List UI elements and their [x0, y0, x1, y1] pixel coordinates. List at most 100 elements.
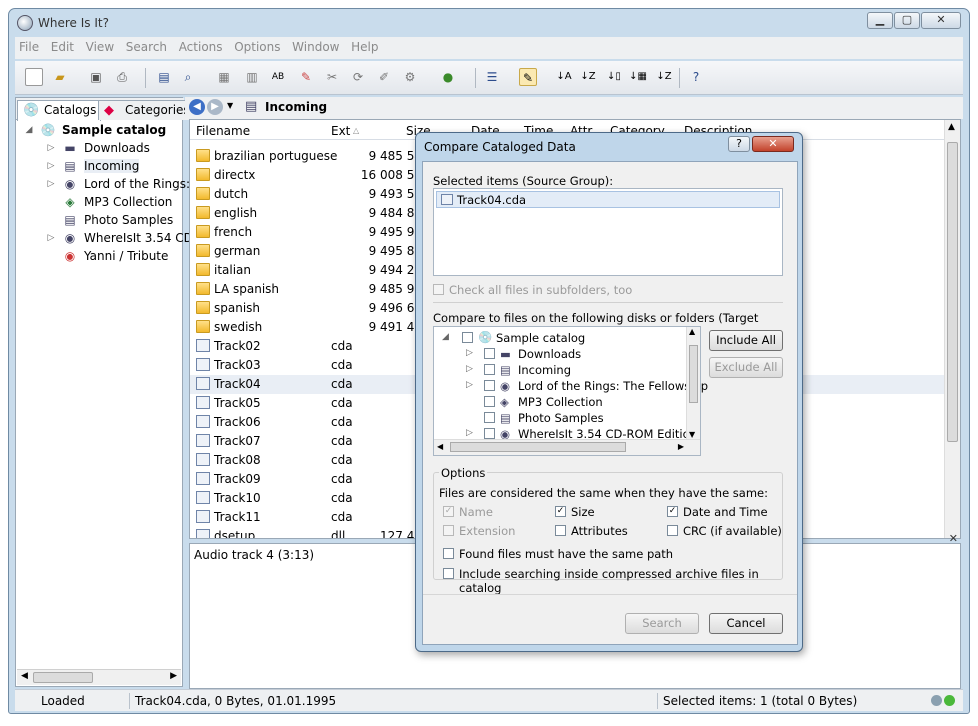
dialog-help-button[interactable]: ?: [728, 136, 750, 152]
thumbnails-icon[interactable]: ✎: [519, 68, 537, 86]
tab-categories[interactable]: ◆ Categories: [98, 100, 195, 120]
source-list[interactable]: Track04.cda: [433, 188, 783, 276]
maximize-button[interactable]: ▢: [894, 12, 920, 29]
file-list-vscroll[interactable]: ▲: [944, 120, 960, 538]
expand-arrow-icon[interactable]: ▷: [46, 161, 56, 171]
properties-icon[interactable]: ▦: [215, 68, 233, 86]
exclude-all-button[interactable]: Exclude All: [709, 357, 783, 378]
scroll-right-icon[interactable]: ▶: [678, 442, 684, 451]
wizard-icon[interactable]: ⚙: [401, 68, 419, 86]
tree-item-lotr[interactable]: ▷ ◉ Lord of the Rings:: [16, 176, 191, 194]
menu-options[interactable]: Options: [230, 37, 284, 57]
expand-arrow-icon[interactable]: ▷: [46, 179, 56, 189]
forward-icon[interactable]: ▶: [207, 99, 223, 115]
include-all-button[interactable]: Include All: [709, 330, 783, 351]
expand-arrow-icon[interactable]: ▷: [466, 380, 473, 390]
scroll-thumb[interactable]: [33, 672, 93, 683]
expand-arrow-icon[interactable]: ▷: [466, 428, 473, 438]
minimize-button[interactable]: ▁: [867, 12, 893, 29]
attributes-checkbox[interactable]: [555, 525, 566, 536]
sort-reverse-icon[interactable]: ↓Z: [655, 68, 673, 86]
sort-date-icon[interactable]: ↓▦: [629, 68, 647, 86]
target-hscroll[interactable]: ◀ ▶: [434, 439, 700, 455]
target-checkbox[interactable]: [484, 380, 495, 391]
tree-hscroll[interactable]: ◀ ▶: [17, 669, 181, 685]
sort-size-icon[interactable]: ↓▯: [605, 68, 623, 86]
print-icon[interactable]: ⎙: [113, 68, 131, 86]
rename-icon[interactable]: ▥: [243, 68, 261, 86]
tree-item-yanni[interactable]: ◉ Yanni / Tribute: [16, 248, 182, 266]
tree-item-whereisit[interactable]: ▷ ◉ WhereIsIt 3.54 CD-: [16, 230, 198, 248]
same-path-checkbox[interactable]: [443, 548, 454, 559]
target-checkbox[interactable]: [484, 396, 495, 407]
collapse-arrow-icon[interactable]: ◢: [24, 125, 34, 135]
target-checkbox[interactable]: [484, 348, 495, 359]
scroll-right-icon[interactable]: ▶: [170, 671, 177, 681]
expand-arrow-icon[interactable]: ▷: [46, 233, 56, 243]
crc-checkbox[interactable]: [667, 525, 678, 536]
sort-ext-icon[interactable]: ↓Z: [579, 68, 597, 86]
scroll-thumb[interactable]: [450, 442, 626, 452]
scroll-up-icon[interactable]: ▲: [689, 327, 695, 336]
scroll-left-icon[interactable]: ◀: [21, 671, 28, 681]
new-icon[interactable]: [25, 68, 43, 86]
tree-root[interactable]: ◢ 💿 Sample catalog: [16, 122, 182, 140]
collapse-arrow-icon[interactable]: ◢: [442, 332, 449, 342]
compressed-checkbox[interactable]: [443, 568, 454, 579]
tab-catalogs[interactable]: 💿 Catalogs: [17, 100, 102, 121]
tools-icon[interactable]: ✐: [375, 68, 393, 86]
search-icon[interactable]: ⌕: [179, 68, 197, 86]
scroll-down-icon[interactable]: ▼: [689, 430, 695, 439]
scroll-thumb[interactable]: [947, 142, 958, 442]
name-checkbox[interactable]: ✓: [443, 506, 454, 517]
target-checkbox[interactable]: [462, 332, 473, 343]
target-vscroll[interactable]: ▲ ▼: [686, 327, 700, 439]
menu-search[interactable]: Search: [122, 37, 171, 57]
edit-icon[interactable]: ✎: [297, 68, 315, 86]
scroll-left-icon[interactable]: ◀: [437, 442, 443, 451]
menu-edit[interactable]: Edit: [47, 37, 78, 57]
tree-item-photos[interactable]: ▤ Photo Samples: [16, 212, 182, 230]
back-icon[interactable]: ◀: [189, 99, 205, 115]
tree-item-downloads[interactable]: ▷ ▬ Downloads: [16, 140, 182, 158]
scroll-thumb[interactable]: [689, 345, 698, 403]
target-checkbox[interactable]: [484, 412, 495, 423]
datetime-checkbox[interactable]: ✓: [667, 506, 678, 517]
catalog-disk-icon[interactable]: ▤: [155, 68, 173, 86]
refresh-icon[interactable]: ⟳: [349, 68, 367, 86]
expand-arrow-icon[interactable]: ▷: [46, 143, 56, 153]
dialog-close-button[interactable]: ✕: [752, 136, 794, 152]
target-checkbox[interactable]: [484, 428, 495, 439]
scroll-up-icon[interactable]: ▲: [948, 122, 955, 132]
target-tree[interactable]: ◢ 💿 Sample catalog ▷ ▬ Downloads ▷ ▤ Incoming…: [433, 326, 708, 456]
extension-checkbox[interactable]: [443, 525, 454, 536]
text-format-icon[interactable]: AB: [269, 68, 287, 86]
save-icon[interactable]: ▣: [87, 68, 105, 86]
search-button[interactable]: Search: [625, 613, 699, 634]
view-mode-icon[interactable]: ☰: [483, 68, 501, 86]
expand-arrow-icon[interactable]: ▷: [466, 348, 473, 358]
open-folder-icon[interactable]: ▰: [51, 68, 69, 86]
menu-actions[interactable]: Actions: [175, 37, 227, 57]
size-checkbox[interactable]: ✓: [555, 506, 566, 517]
help-icon[interactable]: ?: [687, 68, 705, 86]
col-filename[interactable]: Filename: [196, 124, 250, 138]
target-checkbox[interactable]: [484, 364, 495, 375]
history-dropdown-icon[interactable]: ▼: [227, 101, 233, 110]
delete-icon[interactable]: ✂: [323, 68, 341, 86]
expand-arrow-icon[interactable]: ▷: [466, 364, 473, 374]
menu-view[interactable]: View: [82, 37, 118, 57]
sort-az-icon[interactable]: ↓A: [555, 68, 573, 86]
menu-window[interactable]: Window: [288, 37, 343, 57]
tree-item-mp3[interactable]: ◈ MP3 Collection: [16, 194, 182, 212]
menu-help[interactable]: Help: [347, 37, 382, 57]
cancel-button[interactable]: Cancel: [709, 613, 783, 634]
subfolders-checkbox[interactable]: [433, 284, 444, 295]
close-pane-icon[interactable]: ✕: [949, 532, 958, 545]
close-window-button[interactable]: ✕: [921, 12, 961, 29]
col-ext[interactable]: Ext: [331, 124, 350, 138]
menu-file[interactable]: File: [15, 37, 43, 57]
colors-icon[interactable]: ●: [439, 68, 457, 86]
tree-item-incoming[interactable]: ▷ ▤ Incoming: [16, 158, 182, 176]
source-item[interactable]: Track04.cda: [436, 191, 780, 208]
